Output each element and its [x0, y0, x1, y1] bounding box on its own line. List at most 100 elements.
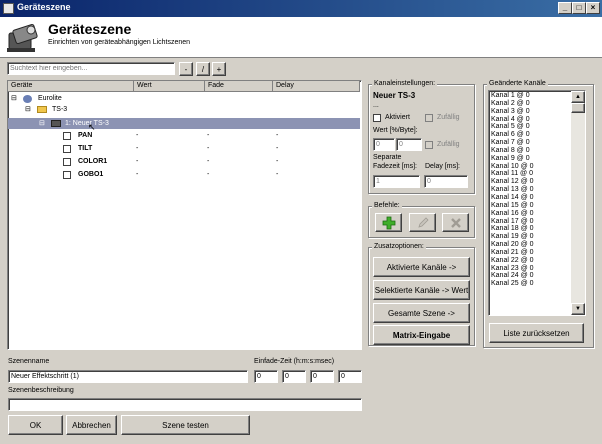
wert-label: Wert [%/Byte]: — [373, 127, 418, 134]
moving-head-icon — [51, 120, 61, 127]
fade-cell: - — [207, 158, 210, 165]
list-item[interactable]: Kanal 19 @ 0 — [491, 233, 571, 241]
aktivierte-kanaele-button[interactable]: Aktivierte Kanäle -> — [373, 257, 470, 277]
wert-cell: - — [136, 158, 139, 165]
list-item[interactable]: Kanal 10 @ 0 — [491, 163, 571, 171]
scroll-down-arrow-icon[interactable]: ▼ — [571, 303, 585, 315]
header-title: Geräteszene — [48, 21, 132, 37]
list-item[interactable]: Kanal 6 @ 0 — [491, 131, 571, 139]
channel-checkbox[interactable] — [63, 132, 71, 140]
fade-cell: - — [207, 171, 210, 178]
channel-checkbox[interactable] — [63, 171, 71, 179]
szene-testen-button[interactable]: Szene testen — [121, 415, 250, 435]
tree-row-pan[interactable]: PAN - - - — [8, 131, 360, 140]
add-button[interactable] — [375, 213, 402, 232]
tree-row-gobo1[interactable]: GOBO1 - - - — [8, 170, 360, 179]
wert-zufaellig-checkbox[interactable] — [425, 141, 433, 149]
delay-cell: - — [276, 132, 279, 139]
slash-button[interactable]: / — [196, 62, 210, 76]
list-item[interactable]: Kanal 22 @ 0 — [491, 257, 571, 265]
list-item[interactable]: Kanal 1 @ 0 — [491, 92, 571, 100]
szenenname-label: Szenenname — [8, 358, 50, 365]
list-item[interactable]: Kanal 4 @ 0 — [491, 116, 571, 124]
tree-row-tilt[interactable]: TILT - - - — [8, 144, 360, 153]
collapse-toggle[interactable]: ⊟ — [25, 105, 31, 114]
tree-row-ts3[interactable]: ⊟ TS-3 — [8, 105, 360, 114]
device-details: ... — [373, 102, 379, 109]
szenenbeschreibung-input[interactable] — [8, 398, 362, 411]
plus-icon — [382, 216, 395, 229]
matrix-eingabe-button[interactable]: Matrix-Eingabe — [373, 325, 470, 345]
szenenname-input[interactable]: Neuer Effektschritt (1) — [8, 370, 248, 383]
maximize-button[interactable]: □ — [572, 2, 586, 14]
fadezeit-input[interactable]: 1 — [373, 175, 420, 188]
list-item[interactable]: Kanal 13 @ 0 — [491, 186, 571, 194]
gesamte-szene-button[interactable]: Gesamte Szene -> — [373, 303, 470, 323]
tree-label: TILT — [78, 145, 93, 152]
fade-cell: - — [207, 145, 210, 152]
changed-channels-list[interactable]: Kanal 1 @ 0 Kanal 2 @ 0 Kanal 3 @ 0 Kana… — [488, 90, 586, 316]
list-item[interactable]: Kanal 24 @ 0 — [491, 272, 571, 280]
title-bar[interactable]: Geräteszene _ □ × — [0, 0, 602, 17]
scrollbar-thumb[interactable] — [571, 103, 585, 113]
wert-percent-input[interactable]: 0 — [373, 138, 395, 151]
column-header-geraete[interactable]: Geräte — [8, 81, 134, 92]
aktiviert-checkbox[interactable] — [373, 114, 381, 122]
selektierte-kanaele-button[interactable]: Selektierte Kanäle -> Wert — [373, 280, 470, 300]
collapse-button[interactable]: - — [179, 62, 193, 76]
zufaellig-checkbox[interactable] — [425, 114, 433, 122]
column-header-wert[interactable]: Wert — [134, 81, 205, 92]
column-header-delay[interactable]: Delay — [273, 81, 360, 92]
list-item[interactable]: Kanal 9 @ 0 — [491, 155, 571, 163]
abbrechen-button[interactable]: Abbrechen — [66, 415, 117, 435]
channel-checkbox[interactable] — [63, 158, 71, 166]
column-header-fade[interactable]: Fade — [205, 81, 273, 92]
tree-row-color1[interactable]: COLOR1 - - - — [8, 157, 360, 166]
list-item[interactable]: Kanal 20 @ 0 — [491, 241, 571, 249]
list-item[interactable]: Kanal 18 @ 0 — [491, 225, 571, 233]
list-item[interactable]: Kanal 17 @ 0 — [491, 218, 571, 226]
delete-button[interactable] — [442, 213, 469, 232]
liste-zuruecksetzen-button[interactable]: Liste zurücksetzen — [489, 323, 584, 343]
einfade-seconds-input[interactable]: 0 — [310, 370, 334, 383]
vertical-scrollbar[interactable]: ▲ ▼ — [571, 91, 585, 315]
channel-checkbox[interactable] — [63, 145, 71, 153]
search-input[interactable] — [7, 62, 175, 75]
einfade-hours-input[interactable]: 0 — [254, 370, 278, 383]
list-item[interactable]: Kanal 25 @ 0 — [491, 280, 571, 288]
delete-x-icon — [450, 217, 461, 228]
list-item[interactable]: Kanal 8 @ 0 — [491, 147, 571, 155]
einfade-minutes-input[interactable]: 0 — [282, 370, 306, 383]
device-tree[interactable]: Geräte Wert Fade Delay ⊟ Eurolite ⊟ TS-3… — [7, 80, 362, 350]
list-item[interactable]: Kanal 3 @ 0 — [491, 108, 571, 116]
list-item[interactable]: Kanal 11 @ 0 — [491, 170, 571, 178]
collapse-toggle[interactable]: ⊟ — [39, 118, 45, 129]
tree-row-eurolite[interactable]: ⊟ Eurolite — [8, 94, 360, 103]
list-item[interactable]: Kanal 5 @ 0 — [491, 123, 571, 131]
edit-button[interactable] — [409, 213, 436, 232]
list-item[interactable]: Kanal 14 @ 0 — [491, 194, 571, 202]
zufaellig-label: Zufällig — [437, 114, 460, 121]
minimize-button[interactable]: _ — [558, 2, 572, 14]
list-item[interactable]: Kanal 7 @ 0 — [491, 139, 571, 147]
scroll-up-arrow-icon[interactable]: ▲ — [571, 91, 585, 103]
tree-label: 1: Neuer TS-3 — [65, 120, 109, 127]
fade-cell: - — [207, 132, 210, 139]
einfade-msec-input[interactable]: 0 — [338, 370, 362, 383]
tree-label: Eurolite — [38, 95, 62, 102]
expand-button[interactable]: + — [212, 62, 226, 76]
list-item[interactable]: Kanal 12 @ 0 — [491, 178, 571, 186]
list-item[interactable]: Kanal 15 @ 0 — [491, 202, 571, 210]
close-button[interactable]: × — [586, 2, 600, 14]
list-item[interactable]: Kanal 23 @ 0 — [491, 265, 571, 273]
collapse-toggle[interactable]: ⊟ — [11, 94, 17, 103]
list-item[interactable]: Kanal 16 @ 0 — [491, 210, 571, 218]
delay-input[interactable]: 0 — [424, 175, 468, 188]
ok-button[interactable]: OK — [8, 415, 63, 435]
list-item[interactable]: Kanal 21 @ 0 — [491, 249, 571, 257]
list-item[interactable]: Kanal 2 @ 0 — [491, 100, 571, 108]
wert-cell: - — [136, 145, 139, 152]
wert-byte-input[interactable]: 0 — [396, 138, 422, 151]
tree-row-neuer-ts3[interactable]: ⊟ 1: Neuer TS-3 ↖ — [8, 118, 360, 132]
delay-cell: - — [276, 145, 279, 152]
